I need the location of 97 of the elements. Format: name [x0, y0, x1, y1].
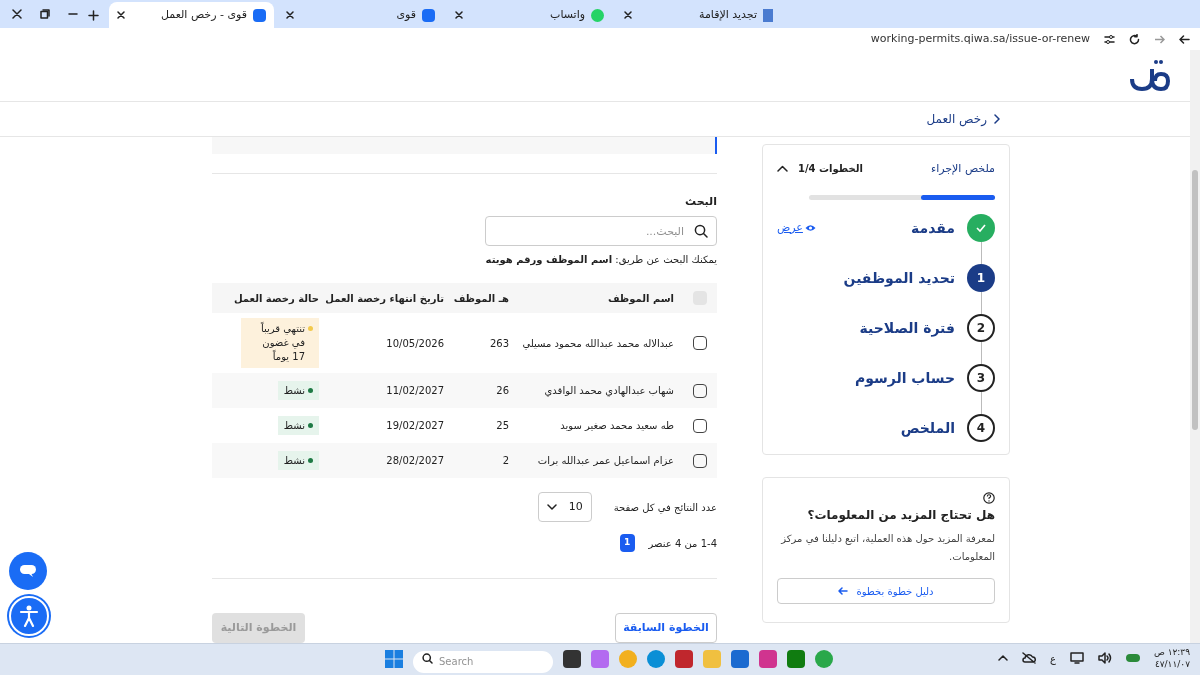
table-cell: 26	[496, 385, 509, 396]
restore-icon[interactable]	[40, 9, 50, 19]
select-value: 10	[568, 498, 583, 515]
step-number: 4	[967, 414, 995, 442]
back-icon[interactable]	[1179, 33, 1190, 45]
close-icon[interactable]	[286, 11, 294, 19]
table-cell: 2	[502, 455, 509, 466]
taskbar-search[interactable]: Search	[413, 650, 553, 673]
browser-tab[interactable]: قوى - رخص العمل	[109, 2, 274, 28]
browser-tab[interactable]: واتساب	[447, 2, 612, 28]
app-icon[interactable]	[675, 650, 693, 668]
checkbox[interactable]	[692, 383, 707, 398]
cloud-off-icon[interactable]	[1021, 652, 1036, 664]
help-icon	[983, 492, 995, 504]
chat-icon	[19, 564, 37, 578]
table-cell: شهاب عبدالهادي محمد الواقدي	[544, 385, 674, 396]
view-link[interactable]: عرض	[777, 219, 803, 237]
site-icon	[253, 8, 266, 22]
status-badge: نشط	[277, 451, 319, 470]
search-icon	[422, 653, 433, 664]
network-icon[interactable]	[1069, 652, 1084, 664]
new-tab-icon[interactable]	[88, 9, 99, 21]
chat-icon	[591, 8, 604, 22]
chevron-up-icon[interactable]	[997, 655, 1008, 661]
status-badge: تنتهي قريباً في غضون 17 يوماً	[241, 318, 319, 368]
checkbox[interactable]	[692, 453, 707, 468]
search-icon	[694, 224, 708, 238]
column-header: هـ الموظف	[453, 292, 509, 304]
browser-tab[interactable]: قوى	[278, 2, 443, 28]
summary-title: ملخص الإجراء	[929, 160, 995, 177]
language-indicator[interactable]: ع	[1049, 650, 1056, 666]
app-icon[interactable]	[563, 650, 581, 668]
step-number: 1	[967, 264, 995, 292]
step-number: 3	[967, 364, 995, 392]
volume-icon[interactable]	[1097, 652, 1112, 664]
close-icon[interactable]	[12, 9, 22, 19]
checkbox[interactable]	[692, 418, 707, 433]
eye-icon	[804, 224, 816, 232]
flag-icon	[763, 8, 773, 22]
table-cell: طه سعيد محمد صغير سويد	[560, 420, 674, 431]
status-badge: نشط	[277, 381, 319, 400]
app-icon[interactable]	[787, 650, 805, 668]
search-label: البحث	[684, 193, 717, 210]
step-label: تحديد الموظفين	[842, 268, 955, 289]
column-header: حالة رخصة العمل	[233, 292, 319, 304]
table-cell: عبدالاله محمد عبدالله محمود مسيلي	[522, 337, 674, 349]
help-text: لمعرفة المزيد حول هذه العملية، اتبع دليلنا في مركز المعلومات.	[779, 532, 995, 564]
column-header: اسم الموظف	[607, 292, 674, 304]
table-cell: 28/02/2027	[386, 455, 444, 466]
step-label: فترة الصلاحية	[858, 318, 955, 339]
help-title: هل تحتاج المزيد من المعلومات؟	[806, 507, 995, 524]
tab-title: قوى	[395, 6, 416, 23]
step-label: الملخص	[899, 418, 955, 439]
accessibility-icon	[19, 605, 39, 627]
chat-button[interactable]	[9, 552, 47, 590]
site-icon	[422, 8, 435, 22]
arrow-left-icon	[838, 587, 849, 595]
range-text: 1-4 من 4 عنصر	[648, 536, 717, 551]
step-number: 2	[967, 314, 995, 342]
steps-count: الخطوات 1/4	[798, 162, 863, 177]
tune-icon[interactable]	[1104, 33, 1115, 45]
table-cell: عزام اسماعيل عمر عبدالله برات	[537, 455, 674, 466]
step-label: حساب الرسوم	[853, 368, 955, 389]
tab-title: تجديد الإقامة	[698, 6, 757, 23]
forward-icon[interactable]	[1154, 33, 1165, 45]
breadcrumb-link[interactable]: رخص العمل	[926, 109, 987, 128]
close-icon[interactable]	[117, 11, 125, 19]
step-label: مقدمة	[910, 218, 955, 238]
search-hint: يمكنك البحث عن طريق: اسم الموظف ورقم هويته	[484, 253, 717, 267]
status-badge: نشط	[277, 416, 319, 435]
tab-title: قوى - رخص العمل	[160, 6, 247, 23]
tab-title: واتساب	[549, 6, 585, 23]
search-field[interactable]: البحث...	[485, 216, 717, 246]
scrollbar[interactable]	[1190, 50, 1200, 643]
table-cell: 11/02/2027	[386, 385, 444, 396]
page-button[interactable]: 1	[619, 534, 635, 552]
chevron-icon[interactable]	[777, 165, 788, 173]
clock-date[interactable]: ٤٧/١١/٠٧	[1154, 658, 1190, 670]
column-header: تاريخ انتهاء رخصة العمل	[325, 292, 444, 304]
url-text[interactable]: working-permits.qiwa.sa/issue-or-renew	[870, 30, 1090, 48]
accessibility-button[interactable]	[9, 596, 49, 636]
table-cell: 10/05/2026	[386, 337, 444, 349]
chevron-icon	[993, 113, 1000, 124]
table-cell: 19/02/2027	[386, 420, 444, 431]
clock-time[interactable]: ١٢:٣٩ ص	[1153, 646, 1190, 658]
battery-icon[interactable]	[1125, 654, 1140, 662]
guide-button[interactable]: دليل خطوة بخطوة	[777, 578, 995, 604]
close-icon[interactable]	[624, 11, 632, 19]
browser-tab[interactable]: تجديد الإقامة	[616, 2, 781, 28]
reload-icon[interactable]	[1129, 33, 1140, 45]
chevron-down-icon	[546, 504, 557, 510]
page-size-label: عدد النتائج في كل صفحة	[613, 500, 717, 515]
close-icon[interactable]	[455, 11, 463, 19]
table-cell: 25	[496, 420, 509, 431]
checkbox[interactable]	[692, 336, 707, 350]
page-size-select[interactable]: 10	[537, 492, 592, 522]
table-cell: 263	[489, 337, 509, 349]
